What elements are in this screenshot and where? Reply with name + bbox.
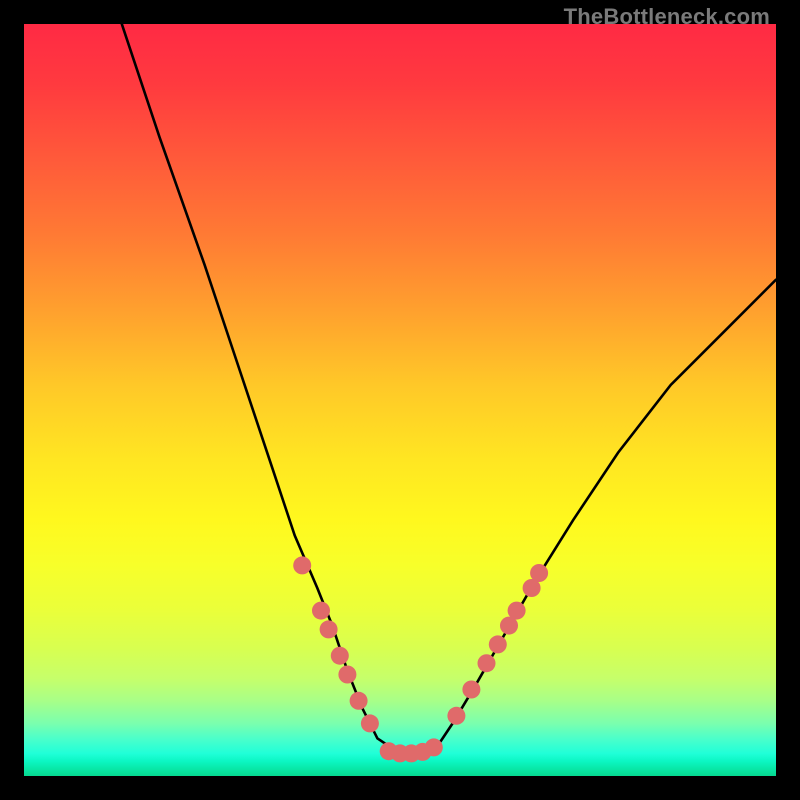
watermark-text: TheBottleneck.com bbox=[564, 4, 770, 30]
left-dot-5 bbox=[338, 666, 356, 684]
right-dot-3 bbox=[478, 654, 496, 672]
marker-group bbox=[293, 556, 548, 762]
chart-frame: TheBottleneck.com bbox=[0, 0, 800, 800]
left-dot-2 bbox=[312, 602, 330, 620]
right-dot-6 bbox=[508, 602, 526, 620]
right-dot-8 bbox=[530, 564, 548, 582]
right-dot-2 bbox=[462, 681, 480, 699]
chart-plot-area bbox=[24, 24, 776, 776]
right-dot-4 bbox=[489, 635, 507, 653]
left-dot-4 bbox=[331, 647, 349, 665]
left-dot-6 bbox=[350, 692, 368, 710]
right-dot-1 bbox=[447, 707, 465, 725]
left-dot-3 bbox=[320, 620, 338, 638]
left-dot-1 bbox=[293, 556, 311, 574]
left-dot-7 bbox=[361, 714, 379, 732]
chart-svg bbox=[24, 24, 776, 776]
floor-dot-5 bbox=[425, 738, 443, 756]
bottleneck-curve-path bbox=[122, 24, 776, 753]
